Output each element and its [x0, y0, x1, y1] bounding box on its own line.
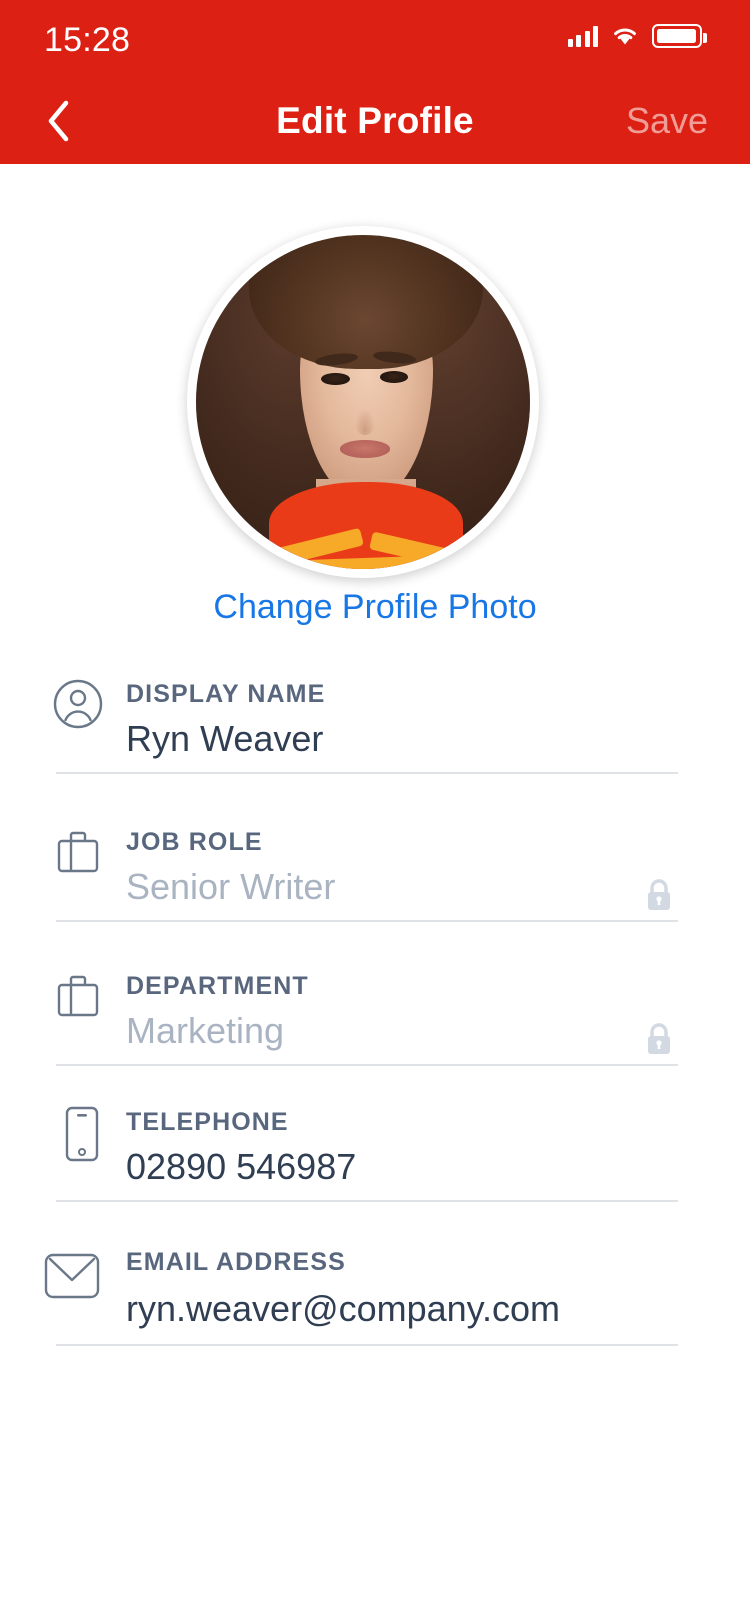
edit-profile-screen: 15:28 Edit Profile Save Change Profile P…	[0, 0, 750, 1621]
save-button[interactable]: Save	[626, 78, 708, 164]
briefcase-icon	[50, 968, 106, 1024]
field-divider	[56, 1344, 678, 1346]
status-bar: 15:28	[0, 0, 750, 78]
field-label: DEPARTMENT	[126, 972, 309, 1000]
cellular-signal-icon	[567, 25, 598, 47]
profile-photo-container[interactable]	[187, 226, 539, 578]
telephone-input[interactable]: 02890 546987	[126, 1146, 356, 1188]
field-label: EMAIL ADDRESS	[126, 1248, 346, 1276]
department-value: Marketing	[126, 1010, 285, 1051]
job-role-value: Senior Writer	[126, 866, 336, 907]
navigation-bar: Edit Profile Save	[0, 78, 750, 164]
change-profile-photo-link[interactable]: Change Profile Photo	[0, 588, 750, 627]
field-label: TELEPHONE	[126, 1108, 289, 1136]
avatar[interactable]	[187, 226, 539, 578]
phone-icon	[54, 1106, 110, 1162]
status-bar-time: 15:28	[44, 21, 131, 59]
status-bar-indicators	[567, 24, 707, 48]
person-icon	[50, 676, 106, 732]
display-name-input[interactable]: Ryn Weaver	[126, 718, 323, 760]
lock-icon	[644, 878, 674, 912]
wifi-icon	[611, 25, 639, 47]
lock-icon	[644, 1022, 674, 1056]
field-divider	[56, 920, 678, 922]
battery-full-icon	[652, 24, 707, 48]
field-divider	[56, 1200, 678, 1202]
envelope-icon	[44, 1248, 100, 1304]
field-label: JOB ROLE	[126, 828, 263, 856]
field-divider	[56, 772, 678, 774]
email-input[interactable]: ryn.weaver@company.com	[126, 1288, 560, 1330]
briefcase-icon	[50, 824, 106, 880]
profile-photo-image	[196, 235, 530, 569]
field-divider	[56, 1064, 678, 1066]
app-header: 15:28 Edit Profile Save	[0, 0, 750, 164]
field-label: DISPLAY NAME	[126, 680, 326, 708]
